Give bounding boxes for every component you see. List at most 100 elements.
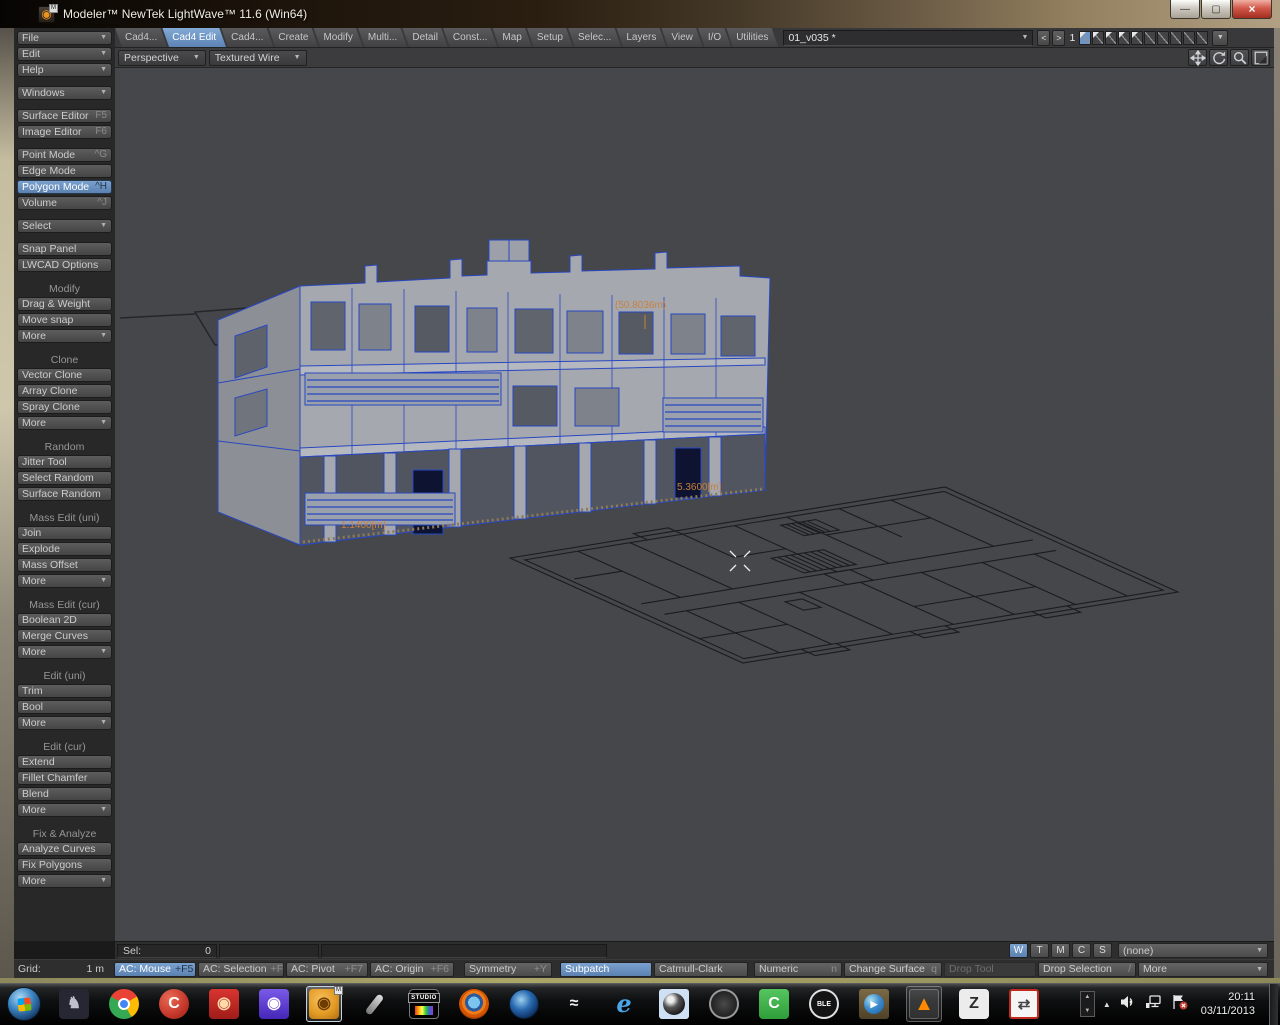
action-center-flag-icon[interactable] [1171,994,1189,1015]
lightwave-layout-icon[interactable]: ◉ [206,986,242,1022]
coin-app-icon[interactable] [706,986,742,1022]
layer-box[interactable] [1157,31,1169,45]
menu-tab[interactable]: Map [492,28,531,48]
sidebar-item[interactable]: Merge Curves ▼ [17,629,112,643]
sidebar-item[interactable]: Blend ▼ [17,787,112,801]
pan-icon[interactable] [1188,49,1207,66]
sidebar-item[interactable]: Help ▼ [17,63,112,77]
network-icon[interactable] [1145,994,1163,1015]
sidebar-item[interactable]: Select Random ▼ [17,471,112,485]
menu-tab[interactable]: Cad4... [221,28,273,48]
show-hidden-icons-button[interactable]: ▲ [1103,1000,1111,1009]
jdownloader-icon[interactable]: BLE [806,986,842,1022]
chameleon-app-icon[interactable]: ≈ [556,986,592,1022]
render-mode-dropdown[interactable]: Textured Wire ▼ [209,50,307,66]
menu-tab[interactable]: Create [268,28,318,48]
scroll-up-icon[interactable]: ▲ [1084,994,1090,1000]
sidebar-item[interactable]: Drag & Weight ▼ [17,297,112,311]
status-action-button[interactable]: AC: Pivot +F7 ▼ [286,962,368,977]
scroll-down-icon[interactable]: ▼ [1084,1008,1090,1014]
sidebar-item[interactable]: More ▼ [17,329,112,343]
chrome-icon[interactable] [106,986,142,1022]
sidebar-item[interactable]: Boolean 2D ▼ [17,613,112,627]
layer-box[interactable] [1144,31,1156,45]
sidebar-item[interactable]: Volume ^J ▼ [17,196,112,210]
sidebar-item[interactable]: Spray Clone ▼ [17,400,112,414]
vmap-mode-button[interactable]: C [1072,943,1091,958]
youcam-icon[interactable] [506,986,542,1022]
lightwave-modeler-icon[interactable]: ◉ M [306,986,342,1022]
status-action-button[interactable]: Numeric n ▼ [754,962,842,977]
layer-box[interactable] [1118,31,1130,45]
sidebar-item[interactable]: Edit ▼ [17,47,112,61]
green-app-icon[interactable]: C [756,986,792,1022]
sidebar-item[interactable]: Image Editor F6 ▼ [17,125,112,139]
webcam-app-icon[interactable] [656,986,692,1022]
minimize-button[interactable]: — [1170,0,1200,19]
menu-tab[interactable]: I/O [698,28,731,48]
layer-box[interactable] [1092,31,1104,45]
status-action-button[interactable]: Drop Selection / ▼ [1038,962,1136,977]
sidebar-item[interactable]: Analyze Curves ▼ [17,842,112,856]
layer-box[interactable] [1131,31,1143,45]
status-action-button[interactable]: Change Surface q ▼ [844,962,942,977]
sidebar-item[interactable]: More ▼ [17,803,112,817]
start-button[interactable] [6,986,42,1022]
sidebar-item[interactable]: Windows ▼ [17,86,112,100]
sidebar-item[interactable]: Point Mode ^G ▼ [17,148,112,162]
vmap-selector[interactable]: (none) ▼ [1118,943,1268,958]
sidebar-item[interactable]: More ▼ [17,645,112,659]
maximize-button[interactable]: ▢ [1201,0,1231,19]
menu-tab[interactable]: Modify [313,28,362,48]
status-action-button[interactable]: Subpatch ▼ [560,962,652,977]
sidebar-item[interactable]: File ▼ [17,31,112,45]
sidebar-item[interactable]: Surface Random ▼ [17,487,112,501]
sidebar-item[interactable]: Extend ▼ [17,755,112,769]
sidebar-item[interactable]: Trim ▼ [17,684,112,698]
viewport-canvas[interactable]: (50.8036m) 5.3600[m] 1.1400[m] [115,68,1274,941]
maximize-viewport-icon[interactable] [1251,49,1270,66]
sidebar-item[interactable]: Vector Clone ▼ [17,368,112,382]
sidebar-item[interactable]: Edge Mode ▼ [17,164,112,178]
vmap-mode-button[interactable]: S [1093,943,1112,958]
sidebar-item[interactable]: LWCAD Options ▼ [17,258,112,272]
sidebar-item[interactable]: Mass Offset ▼ [17,558,112,572]
vmap-mode-button[interactable]: T [1030,943,1049,958]
sidebar-item[interactable]: More ▼ [17,574,112,588]
firefox-icon[interactable] [456,986,492,1022]
status-action-button[interactable]: AC: Selection +F8 ▼ [198,962,284,977]
layer-box[interactable] [1196,31,1208,45]
sidebar-item[interactable]: Fix Polygons ▼ [17,858,112,872]
menu-tab[interactable]: View [661,28,703,48]
layer-options-dropdown[interactable]: ▼ [1212,30,1228,46]
layer-box[interactable] [1079,31,1091,45]
menu-tab[interactable]: Cad4 Edit [162,28,226,48]
menu-tab[interactable]: Setup [527,28,573,48]
next-layer-bank-button[interactable]: > [1052,30,1065,46]
menu-tab[interactable]: Multi... [358,28,407,48]
microphone-icon[interactable] [356,986,392,1022]
prev-layer-bank-button[interactable]: < [1037,30,1050,46]
vmap-mode-button[interactable]: W [1009,943,1028,958]
status-action-button[interactable]: Catmull-Clark ▼ [654,962,748,977]
sidebar-item[interactable]: Polygon Mode ^H ▼ [17,180,112,194]
close-button[interactable]: × [1232,0,1272,19]
sidebar-item[interactable]: More ▼ [17,716,112,730]
sidebar-item[interactable]: More ▼ [17,416,112,430]
object-selector[interactable]: 01_v035 * ▼ [783,30,1033,46]
zbrush-icon[interactable]: Z [956,986,992,1022]
show-desktop-button[interactable] [1269,984,1278,1025]
menu-tab[interactable]: Detail [402,28,448,48]
vmap-mode-button[interactable]: M [1051,943,1070,958]
layer-box[interactable] [1170,31,1182,45]
volume-icon[interactable] [1119,994,1137,1015]
sidebar-item[interactable]: Jitter Tool ▼ [17,455,112,469]
taskbar-clock[interactable]: 20:11 03/11/2013 [1201,990,1255,1018]
menu-tab[interactable]: Selec... [568,28,621,48]
media-player-icon[interactable]: ▶ [856,986,892,1022]
pinnacle-studio-icon[interactable]: STUDIO [406,986,442,1022]
sidebar-item[interactable]: Explode ▼ [17,542,112,556]
rotate-icon[interactable] [1209,49,1228,66]
lightwave-icon[interactable]: ◉ [256,986,292,1022]
menu-tab[interactable]: Utilities [726,28,778,48]
